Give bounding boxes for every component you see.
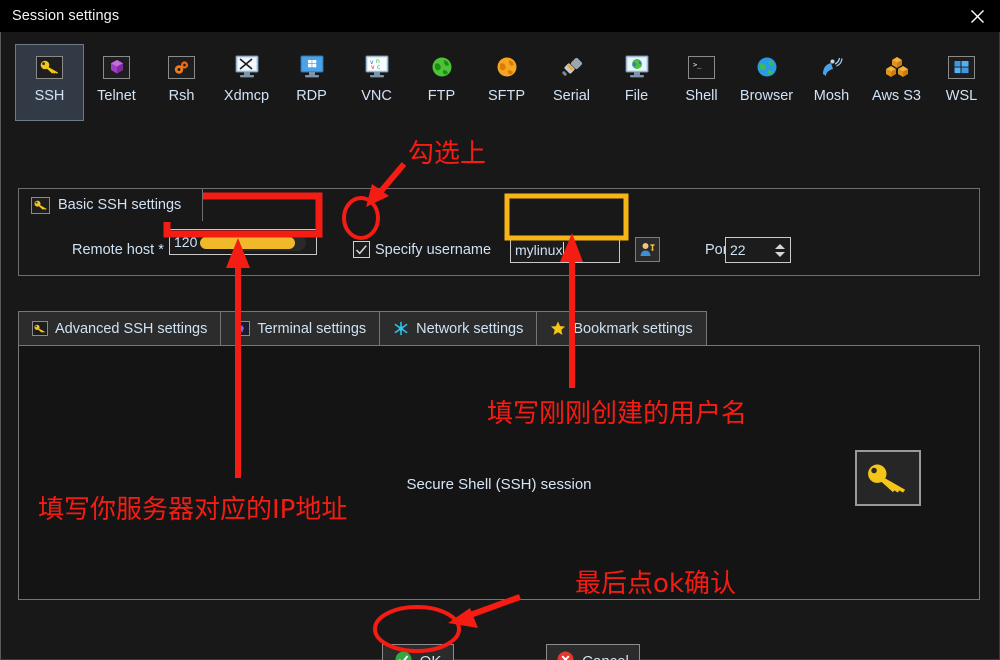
username-value: mylinux [515,242,563,258]
group-tab-mask [19,219,202,222]
terminal-settings-icon [234,321,250,337]
session-type-label: RDP [296,88,327,104]
key-icon [855,450,921,506]
serial-plug-icon [556,54,588,80]
session-type-rdp[interactable]: RDP [279,44,344,121]
key-icon [32,321,48,337]
tab-label: Network settings [416,320,524,337]
user-lookup-icon[interactable] [635,237,660,262]
ok-button[interactable]: OK [382,644,454,660]
settings-tab-bar: Advanced SSH settings Terminal settings [18,311,980,345]
tab-advanced-ssh-settings[interactable]: Advanced SSH settings [18,311,222,345]
session-type-mosh[interactable]: Mosh [799,44,864,121]
chevron-down-icon[interactable] [774,251,785,257]
remote-host-input-wrap: 120 [169,229,317,255]
session-type-aws-s3[interactable]: Aws S3 [864,44,929,121]
satellite-icon [816,54,848,80]
specify-username-checkbox[interactable] [353,241,370,258]
session-type-serial[interactable]: Serial [539,44,604,121]
session-type-xdmcp[interactable]: Xdmcp [214,44,279,121]
orange-gears-icon [166,54,198,80]
session-type-vnc[interactable]: v n v c VNC [344,44,409,121]
vnc-monitor-icon: v n v c [361,54,393,80]
host-redaction-mark [200,237,295,249]
blue-globe-icon [751,54,783,80]
red-cross-icon [557,651,574,660]
basic-ssh-settings-header: Basic SSH settings [18,188,203,221]
tab-label: Advanced SSH settings [55,320,208,337]
session-type-file[interactable]: File [604,44,669,121]
group-label: Basic SSH settings [58,197,182,213]
session-type-label: Serial [552,88,591,104]
session-type-label: File [624,88,649,104]
dialog-body: SSH Telnet Rsh Xdmcp RDP v n v c VNC FTP… [0,32,1000,660]
ok-label: OK [420,653,442,660]
svg-text:c: c [377,64,380,71]
svg-text:v: v [371,64,375,71]
green-globe-icon [426,54,458,80]
session-settings-dialog: Session settings SSH Telnet Rsh Xdmcp RD… [0,0,1000,660]
star-icon [550,321,566,337]
session-type-wsl[interactable]: WSL [929,44,994,121]
windows-icon [946,54,978,80]
remote-host-label: Remote host * [72,242,164,258]
session-type-label: Rsh [168,88,195,104]
tab-label: Bookmark settings [573,320,693,337]
session-type-label: WSL [945,88,978,104]
session-type-sftp[interactable]: SFTP [474,44,539,121]
session-type-label: Mosh [813,88,850,104]
windows-monitor-icon [296,54,328,80]
session-type-strip: SSH Telnet Rsh Xdmcp RDP v n v c VNC FTP… [15,44,985,126]
username-input[interactable]: mylinux [510,237,620,263]
chevron-up-icon[interactable] [774,243,785,249]
session-type-rsh[interactable]: Rsh [149,44,214,121]
aws-cubes-icon [881,54,913,80]
remote-host-input[interactable]: 120 [169,229,317,255]
port-stepper[interactable] [773,243,786,257]
session-type-label: Aws S3 [872,88,921,104]
session-type-label: FTP [427,88,456,104]
session-type-label: SFTP [487,88,526,104]
tab-terminal-settings[interactable]: Terminal settings [220,311,381,345]
session-type-browser[interactable]: Browser [734,44,799,121]
close-icon[interactable] [954,0,1000,32]
tab-bookmark-settings[interactable]: Bookmark settings [536,311,707,345]
cancel-label: Cancel [582,653,629,660]
terminal-icon: >_ [686,54,718,80]
key-icon [34,54,66,80]
session-type-label: Xdmcp [223,88,270,104]
session-type-shell[interactable]: >_ Shell [669,44,734,121]
x-monitor-icon [231,54,263,80]
session-type-label: VNC [361,88,392,104]
title-bar: Session settings [0,0,1000,32]
window-title: Session settings [12,8,120,24]
session-type-telnet[interactable]: Telnet [84,44,149,121]
orange-globe-icon [491,54,523,80]
session-type-label: Browser [739,88,794,104]
settings-tab-pane: Secure Shell (SSH) session [18,345,980,600]
purple-cube-icon [101,54,133,80]
remote-host-value: 120 [174,234,198,250]
session-type-ssh[interactable]: SSH [15,44,84,121]
tab-network-settings[interactable]: Network settings [379,311,538,345]
session-type-ftp[interactable]: FTP [409,44,474,121]
text-caret [563,242,565,258]
network-icon [393,321,409,337]
pane-caption: Secure Shell (SSH) session [406,476,592,493]
port-value: 22 [730,242,746,258]
cancel-button[interactable]: Cancel [546,644,640,660]
svg-text:>_: >_ [693,61,702,69]
port-input[interactable]: 22 [725,237,791,263]
session-type-label: SSH [34,88,65,104]
session-type-label: Shell [685,88,718,104]
key-icon [31,196,50,214]
specify-username-label: Specify username [375,242,492,258]
session-type-label: Telnet [97,88,136,104]
file-monitor-icon [621,54,653,80]
tab-label: Terminal settings [257,320,367,337]
green-check-icon [395,651,412,660]
